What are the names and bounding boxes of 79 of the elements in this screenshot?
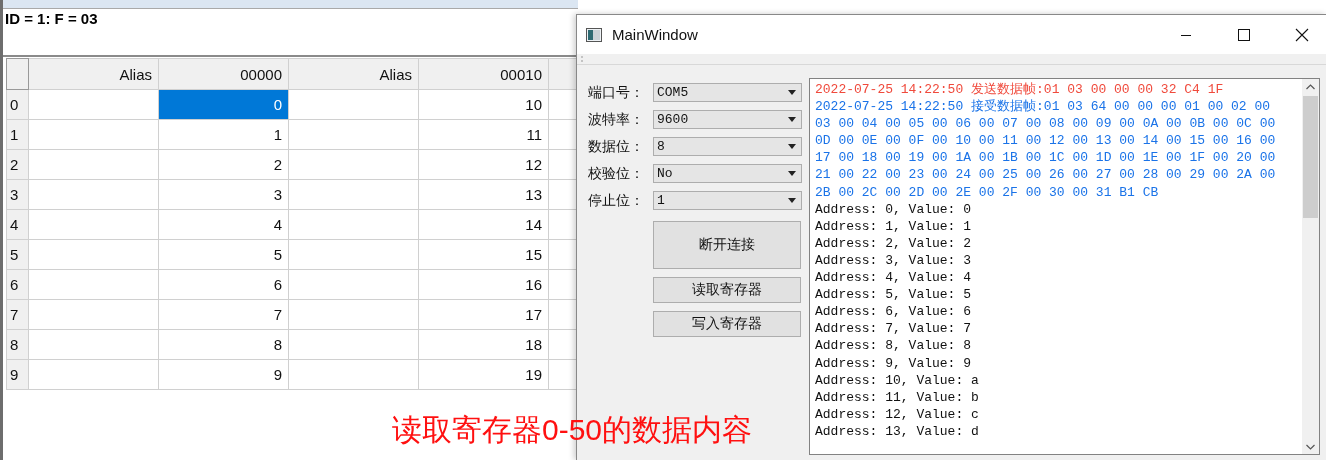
dropdown[interactable]: No bbox=[653, 164, 802, 183]
log-line: Address: 4, Value: 4 bbox=[815, 269, 972, 287]
table-cell[interactable]: 5 bbox=[158, 239, 289, 270]
log-line: 17 00 18 00 19 00 1A 00 1B 00 1C 00 1D 00 1E 00 1F 00 20 00 bbox=[815, 149, 1276, 167]
field-label: 数据位： bbox=[588, 137, 645, 156]
table-cell[interactable]: 4 bbox=[158, 209, 289, 240]
log-line: Address: 10, Value: a bbox=[815, 371, 979, 389]
log-line: Address: 5, Value: 5 bbox=[815, 286, 972, 304]
dropdown[interactable]: COM5 bbox=[653, 83, 802, 102]
field-label: 校验位： bbox=[588, 164, 645, 183]
log-line: Address: 2, Value: 2 bbox=[815, 234, 972, 252]
table-cell[interactable]: 13 bbox=[418, 179, 549, 210]
table-cell[interactable]: 3 bbox=[158, 179, 289, 210]
log-line: Address: 12, Value: c bbox=[815, 405, 979, 423]
table-cell[interactable]: 2 bbox=[158, 149, 289, 180]
button[interactable]: 断开连接 bbox=[653, 221, 801, 269]
column-header[interactable]: 00010 bbox=[418, 58, 549, 90]
table-cell[interactable]: 10 bbox=[418, 89, 549, 120]
table-cell[interactable]: 0 bbox=[158, 89, 289, 120]
caret-icon bbox=[788, 171, 796, 176]
field-label: 波特率： bbox=[588, 110, 645, 129]
table-cell[interactable]: 14 bbox=[418, 209, 549, 240]
log-line: Address: 3, Value: 3 bbox=[815, 251, 972, 270]
toolbar-grip-icon[interactable] bbox=[580, 55, 584, 63]
row-header[interactable]: 9 bbox=[6, 359, 29, 390]
column-header[interactable]: Alias bbox=[288, 58, 419, 90]
table-cell[interactable]: 17 bbox=[418, 299, 549, 330]
log-line: 2B 00 2C 00 2D 00 2E 00 2F 00 30 00 31 B1 CB bbox=[815, 183, 1159, 201]
window-title: MainWindow bbox=[612, 26, 699, 43]
log-line: Address: 13, Value: d bbox=[815, 422, 979, 440]
log-line: 2022-07-25 14:22:50 接受数据帧:01 03 64 00 00 00 01 00 02 00 bbox=[815, 98, 1271, 116]
column-header[interactable]: Alias bbox=[28, 58, 159, 90]
caret-icon bbox=[788, 144, 796, 149]
caret-icon bbox=[788, 117, 796, 122]
table-cell[interactable]: 6 bbox=[158, 269, 289, 300]
row-header[interactable]: 1 bbox=[6, 119, 29, 150]
log-area[interactable] bbox=[809, 78, 1320, 455]
log-line: 03 00 04 00 05 00 06 00 07 00 08 00 09 00 0A 00 0B 00 0C 00 bbox=[815, 115, 1276, 133]
table-cell[interactable]: 7 bbox=[158, 299, 289, 330]
row-header[interactable]: 5 bbox=[6, 239, 29, 270]
caption-text: 读取寄存器0-50的数据内容 bbox=[392, 412, 753, 448]
log-line: 0D 00 0E 00 0F 00 10 00 11 00 12 00 13 00 14 00 15 00 16 00 bbox=[815, 132, 1276, 150]
log-line: Address: 6, Value: 6 bbox=[815, 303, 972, 321]
row-header[interactable]: 0 bbox=[6, 89, 29, 120]
column-header[interactable]: 00000 bbox=[158, 58, 289, 90]
table-cell[interactable]: 9 bbox=[158, 359, 289, 390]
table-cell[interactable]: 1 bbox=[158, 119, 289, 150]
dropdown[interactable]: 1 bbox=[653, 191, 802, 210]
table-cell[interactable]: 11 bbox=[418, 119, 549, 150]
table-cell[interactable]: 15 bbox=[418, 239, 549, 270]
log-line: Address: 0, Value: 0 bbox=[815, 200, 972, 218]
log-line: Address: 7, Value: 7 bbox=[815, 320, 972, 338]
log-line: Address: 1, Value: 1 bbox=[815, 217, 972, 235]
row-header[interactable]: 8 bbox=[6, 329, 29, 360]
window-icon bbox=[586, 27, 602, 42]
table-cell[interactable]: 16 bbox=[418, 269, 549, 300]
field-label: 停止位： bbox=[588, 191, 645, 210]
button[interactable]: 读取寄存器 bbox=[653, 277, 801, 303]
button[interactable]: 写入寄存器 bbox=[653, 311, 801, 337]
log-line: 2022-07-25 14:22:50 发送数据帧:01 03 00 00 00 32 C4 1F bbox=[815, 81, 1224, 99]
row-header[interactable]: 4 bbox=[6, 209, 29, 240]
table-cell[interactable]: 8 bbox=[158, 329, 289, 360]
row-header[interactable]: 6 bbox=[6, 269, 29, 300]
row-header[interactable]: 3 bbox=[6, 179, 29, 210]
field-label: 端口号： bbox=[588, 83, 645, 102]
log-line: 21 00 22 00 23 00 24 00 25 00 26 00 27 00 28 00 29 00 2A 00 bbox=[815, 166, 1276, 184]
table-cell[interactable]: 12 bbox=[418, 149, 549, 180]
row-header[interactable]: 7 bbox=[6, 299, 29, 330]
caret-icon bbox=[788, 90, 796, 95]
dropdown[interactable]: 8 bbox=[653, 137, 802, 156]
caret-icon bbox=[788, 198, 796, 203]
log-line: Address: 8, Value: 8 bbox=[815, 337, 972, 355]
table-cell[interactable]: 19 bbox=[418, 359, 549, 390]
dropdown[interactable]: 9600 bbox=[653, 110, 802, 129]
table-cell[interactable]: 18 bbox=[418, 329, 549, 360]
scrollbar-drawing[interactable] bbox=[1302, 79, 1319, 454]
row-header[interactable]: 2 bbox=[6, 149, 29, 180]
log-line: Address: 11, Value: b bbox=[815, 388, 979, 406]
log-line: Address: 9, Value: 9 bbox=[815, 354, 972, 372]
